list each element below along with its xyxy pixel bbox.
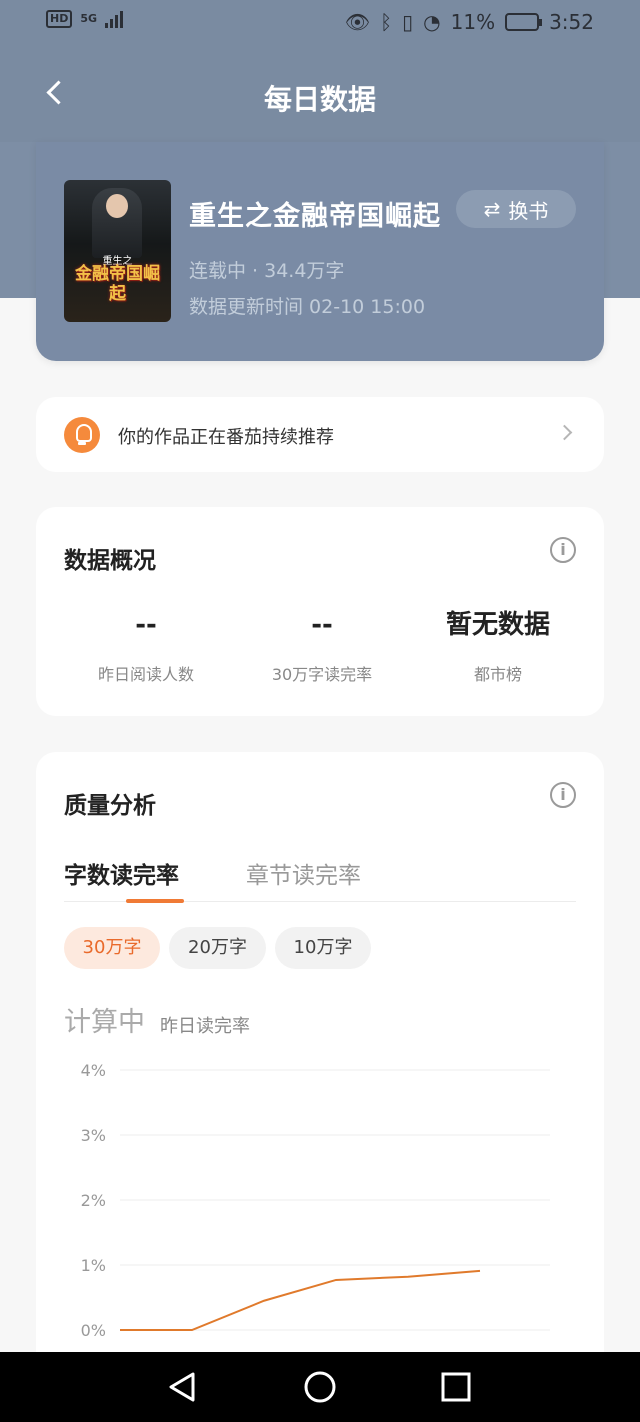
bluetooth-icon: ᛒ [380, 10, 393, 34]
stat-label: 30万字读完率 [271, 665, 373, 684]
tab-chapter-completion[interactable]: 章节读完率 [246, 856, 361, 890]
quality-analysis-card: 质量分析 i 字数读完率 章节读完率 30万字 20万字 10万字 计算中 昨日… [36, 752, 604, 1392]
quality-tabs: 字数读完率 章节读完率 [64, 856, 576, 903]
chip-300k[interactable]: 30万字 [64, 927, 160, 969]
battery-icon [505, 13, 543, 31]
recommend-banner[interactable]: 你的作品正在番茄持续推荐 [36, 397, 604, 472]
home-circle-icon[interactable] [280, 1352, 360, 1422]
data-overview-card: 数据概况 i -- 昨日阅读人数 -- 30万字读完率 暂无数据 都市榜 [36, 507, 604, 716]
chip-100k[interactable]: 10万字 [275, 927, 371, 969]
chevron-right-icon [556, 424, 573, 441]
stat-value: 暂无数据 [445, 610, 550, 640]
book-cover: 重生之 金融帝国崛起 [64, 180, 171, 322]
vibrate-icon: ▯ [402, 10, 414, 34]
quality-title: 质量分析 [64, 793, 156, 819]
stat-value: -- [311, 610, 333, 640]
speed-icon: ◔ [423, 10, 441, 34]
y-tick-label: 1% [81, 1256, 106, 1275]
status-bar: HD 5G 👁 ᛒ ▯ ◔ 11% 3:52 [0, 0, 640, 44]
calc-status-sub: 昨日读完率 [160, 1016, 250, 1037]
y-tick-label: 3% [81, 1126, 106, 1145]
battery-percent: 11% [450, 10, 496, 34]
data-update-time: 数据更新时间 02-10 15:00 [189, 296, 426, 318]
tab-word-completion[interactable]: 字数读完率 [64, 856, 179, 890]
system-nav-bar [0, 1352, 640, 1422]
swap-book-button[interactable]: ⇄ 换书 [456, 190, 576, 228]
recents-square-icon[interactable] [416, 1352, 496, 1422]
cover-title: 金融帝国崛起 [75, 264, 160, 304]
swap-icon: ⇄ [483, 197, 501, 221]
swap-book-label: 换书 [508, 198, 549, 223]
series-line [120, 1269, 481, 1331]
page-title: 每日数据 [263, 83, 376, 116]
info-icon[interactable]: i [550, 782, 576, 808]
y-tick-label: 0% [81, 1321, 106, 1340]
lightbulb-icon [64, 417, 100, 453]
book-card: 重生之 金融帝国崛起 重生之金融帝国崛起 ⇄ 换书 连载中 · 34.4万字 数… [36, 142, 604, 361]
stat-completion-rate: -- 30万字读完率 [232, 607, 412, 685]
nav-bar: 每日数据 [0, 52, 640, 136]
y-tick-label: 4% [81, 1061, 106, 1080]
stat-label: 都市榜 [473, 665, 522, 684]
book-title: 重生之金融帝国崛起 [189, 201, 441, 232]
stat-yesterday-readers: -- 昨日阅读人数 [56, 607, 236, 685]
y-tick-label: 2% [81, 1191, 106, 1210]
stat-value: -- [135, 610, 157, 640]
book-meta: 连载中 · 34.4万字 [189, 260, 345, 282]
chip-200k[interactable]: 20万字 [169, 927, 266, 969]
daily-data-page: HD 5G 👁 ᛒ ▯ ◔ 11% 3:52 每日数据 重生之 金融帝国崛起 重… [0, 0, 640, 1422]
info-icon[interactable]: i [550, 537, 576, 563]
overview-title: 数据概况 [64, 548, 156, 574]
hd-badge: HD [46, 10, 73, 28]
active-tab-indicator [126, 899, 184, 903]
eye-icon: 👁 [344, 10, 371, 34]
signal-icon [105, 10, 124, 28]
stat-label: 昨日阅读人数 [97, 665, 194, 684]
calc-status: 计算中 [64, 1007, 145, 1038]
back-triangle-icon[interactable] [143, 1352, 223, 1422]
completion-rate-chart: 4% 3% 2% 1% 0% [81, 1061, 550, 1340]
clock: 3:52 [549, 10, 594, 34]
recommend-text: 你的作品正在番茄持续推荐 [118, 427, 334, 448]
network-label: 5G [80, 12, 98, 25]
stat-city-rank: 暂无数据 都市榜 [408, 607, 588, 685]
cover-face [106, 194, 128, 218]
